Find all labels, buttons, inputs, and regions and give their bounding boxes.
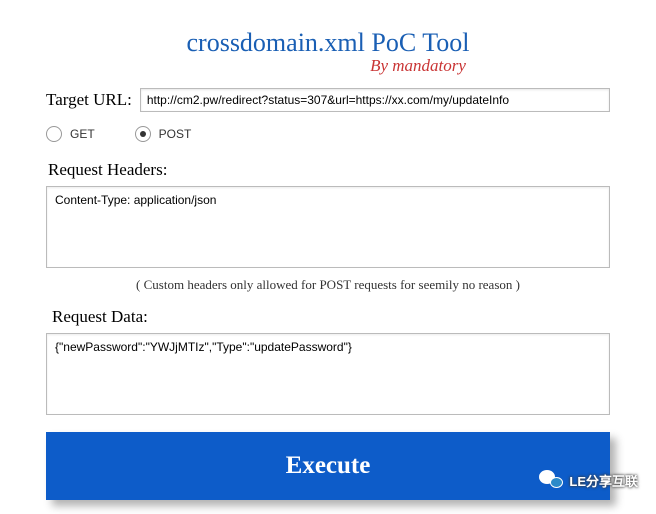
radio-dot-icon <box>140 131 146 137</box>
radio-icon[interactable] <box>135 126 151 142</box>
method-row: GET POST <box>46 126 610 142</box>
header: crossdomain.xml PoC Tool By mandatory <box>0 0 656 88</box>
get-label: GET <box>70 127 95 141</box>
watermark-text: LE分享互联 <box>569 471 638 490</box>
form-area: Target URL: GET POST Request Headers: ( … <box>0 88 656 500</box>
request-headers-label: Request Headers: <box>48 160 610 180</box>
target-url-input[interactable] <box>140 88 610 112</box>
request-data-label: Request Data: <box>52 307 610 327</box>
page-subtitle: By mandatory <box>180 56 656 76</box>
radio-icon[interactable] <box>46 126 62 142</box>
url-row: Target URL: <box>46 88 610 112</box>
radio-get[interactable]: GET <box>46 126 95 142</box>
headers-hint: ( Custom headers only allowed for POST r… <box>46 277 610 293</box>
target-url-label: Target URL: <box>46 90 132 110</box>
page-title: crossdomain.xml PoC Tool <box>0 28 656 58</box>
post-label: POST <box>159 127 192 141</box>
request-data-input[interactable] <box>46 333 610 415</box>
request-headers-input[interactable] <box>46 186 610 268</box>
watermark: LE分享互联 <box>539 470 638 490</box>
execute-button[interactable]: Execute <box>46 432 610 500</box>
wechat-icon <box>539 470 563 490</box>
radio-post[interactable]: POST <box>135 126 192 142</box>
